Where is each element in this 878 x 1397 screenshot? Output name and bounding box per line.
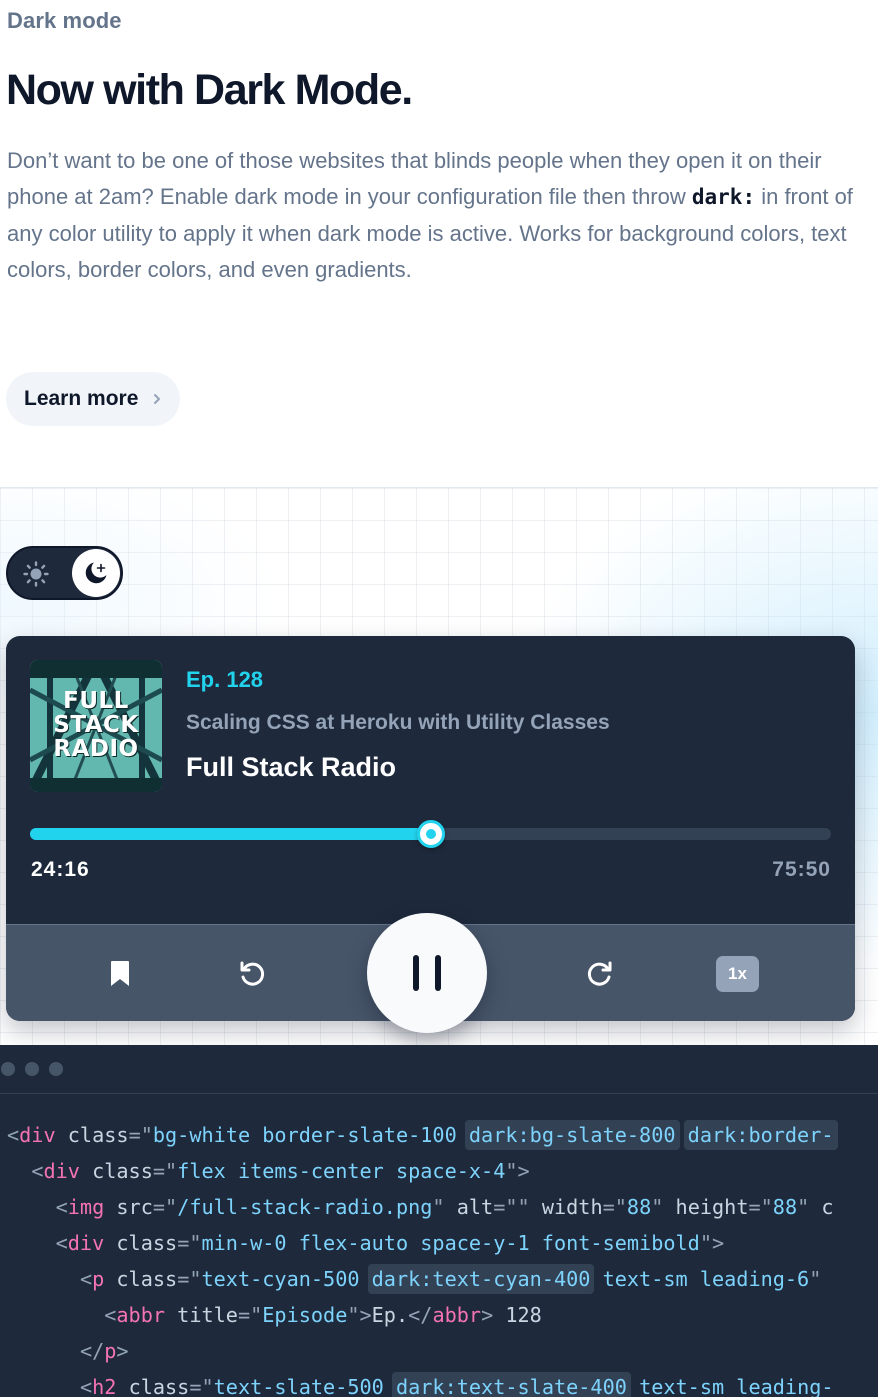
playback-speed-button[interactable]: 1x: [716, 956, 759, 992]
rewind-button[interactable]: [238, 960, 266, 988]
toggle-knob[interactable]: [72, 549, 120, 597]
bookmark-icon: [111, 961, 129, 986]
chevron-right-icon: [154, 394, 161, 404]
section-description: Don’t want to be one of those websites t…: [7, 143, 869, 288]
podcast-cover-art: FULL STACK RADIO: [30, 660, 162, 792]
window-dot: [25, 1062, 39, 1076]
pause-icon: [413, 955, 441, 991]
show-name: Full Stack Radio: [186, 752, 397, 782]
fast-forward-icon: [587, 961, 612, 986]
window-controls: [1, 1062, 63, 1076]
section-headline: Now with Dark Mode.: [6, 66, 413, 114]
cover-word-1: FULL: [63, 688, 129, 714]
code-line: <h2 class="text-slate-500 dark:text-slat…: [7, 1369, 834, 1397]
code-line: <div class="flex items-center space-x-4"…: [31, 1159, 530, 1183]
progress-fill: [30, 828, 431, 840]
rewind-icon: [240, 961, 265, 986]
cover-word-3: RADIO: [53, 736, 139, 762]
sun-icon[interactable]: [22, 560, 50, 588]
code-line: <abbr title="Episode">Ep.</abbr> 128: [104, 1303, 542, 1327]
code-panel: <div class="bg-white border-slate-100 da…: [0, 1045, 878, 1397]
theme-toggle[interactable]: [6, 546, 123, 600]
progress-thumb[interactable]: [416, 820, 445, 848]
window-dot: [49, 1062, 63, 1076]
episode-number: Ep. 128: [186, 667, 264, 692]
learn-more-label: Learn more: [24, 387, 139, 410]
code-divider: [0, 1093, 878, 1094]
pause-button[interactable]: [367, 913, 487, 1033]
fast-forward-button[interactable]: [586, 960, 614, 988]
episode-title: Scaling CSS at Heroku with Utility Class…: [186, 711, 610, 734]
code-line: <div class="bg-white border-slate-100 da…: [7, 1117, 838, 1153]
code-line: <p class="text-cyan-500 dark:text-cyan-4…: [7, 1261, 834, 1297]
code-line: <img src="/full-stack-radio.png" alt="" …: [55, 1195, 834, 1219]
window-dot: [1, 1062, 15, 1076]
inline-code-dark: dark:: [691, 185, 756, 210]
code-line: <div class="min-w-0 flex-auto space-y-1 …: [55, 1231, 725, 1255]
learn-more-button[interactable]: Learn more: [6, 372, 180, 426]
bookmark-button[interactable]: [108, 960, 132, 988]
moon-icon: [85, 562, 107, 584]
code-line: </p>: [79, 1339, 129, 1363]
section-eyebrow: Dark mode: [7, 8, 122, 33]
cover-word-2: STACK: [53, 712, 139, 738]
code-block: <div class="bg-white border-slate-100 da…: [7, 1117, 838, 1397]
total-time: 75:50: [772, 858, 831, 881]
current-time: 24:16: [31, 858, 90, 881]
progress-slider[interactable]: [30, 820, 831, 848]
